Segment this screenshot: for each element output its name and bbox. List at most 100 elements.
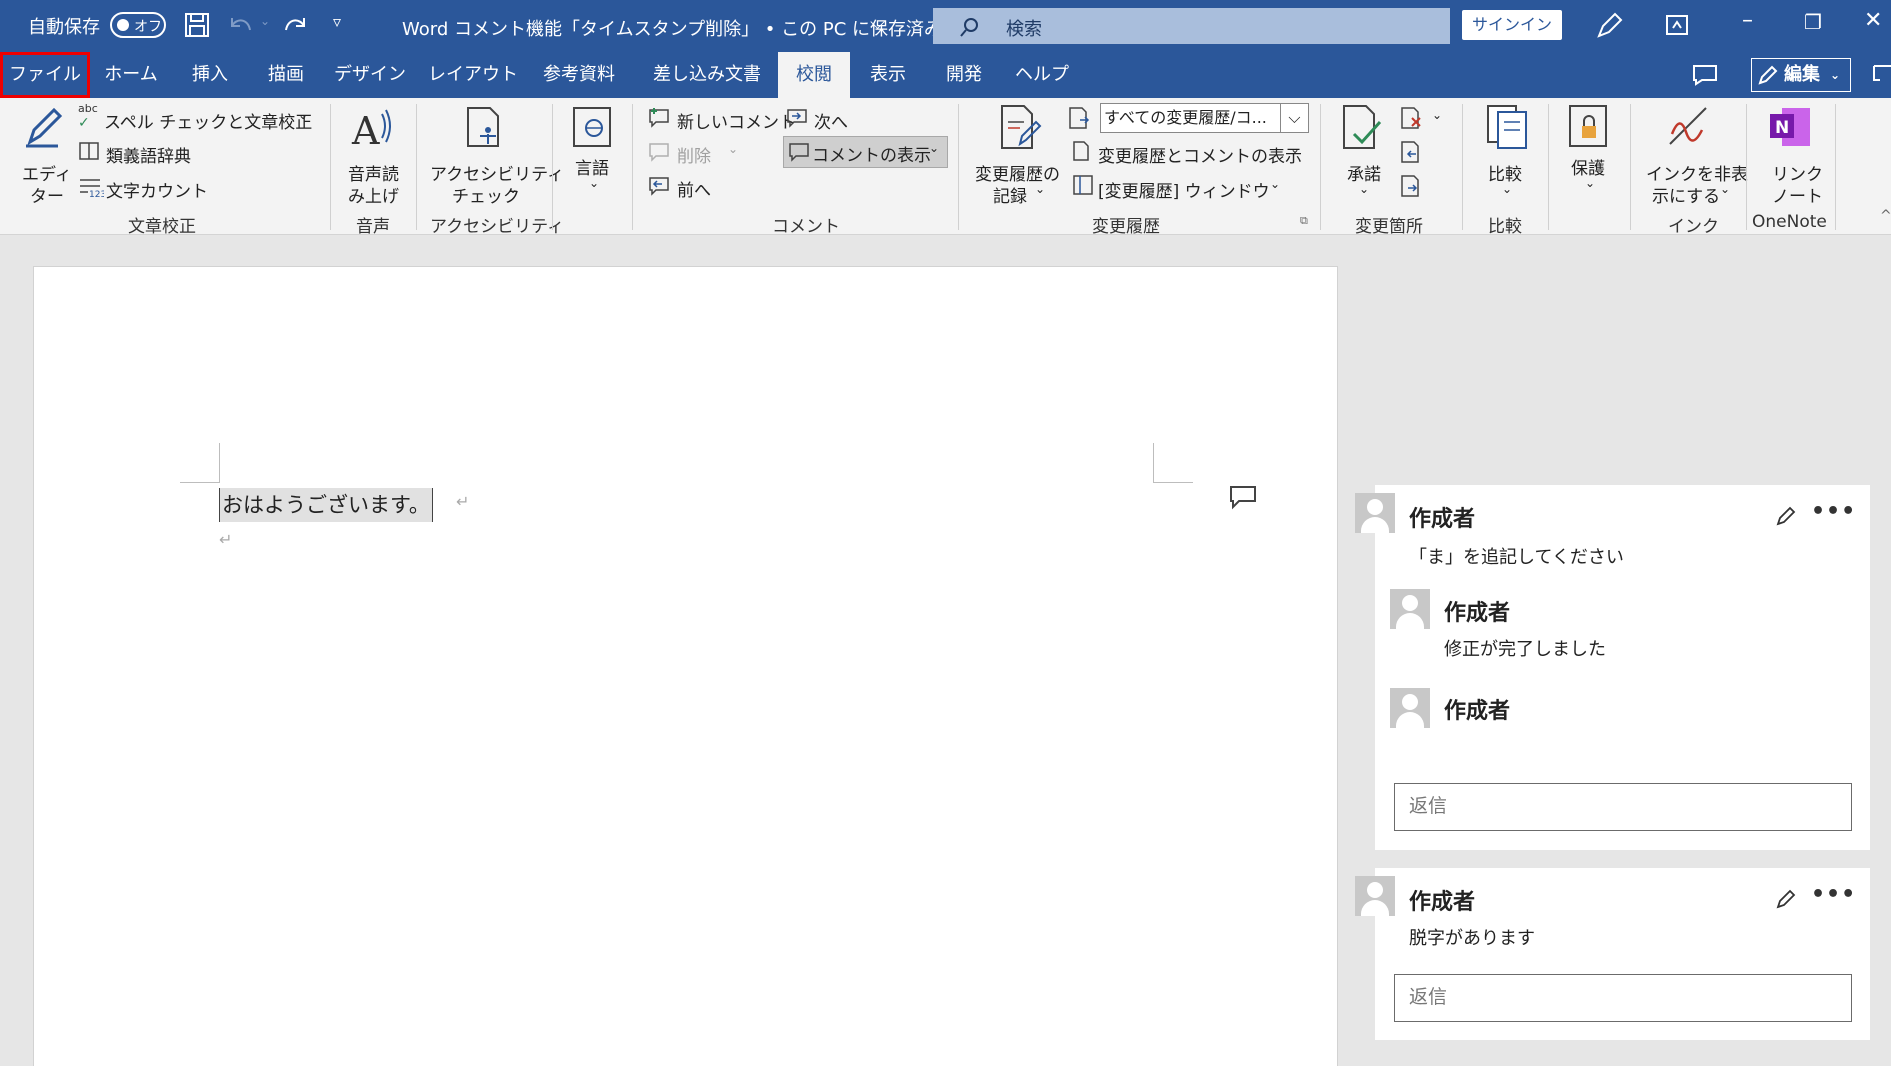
wordcount-button[interactable]: 文字カウント bbox=[106, 177, 208, 202]
delete-dropdown-icon[interactable]: ⌄ bbox=[728, 142, 738, 156]
thesaurus-icon bbox=[79, 142, 99, 160]
tab-mailings[interactable]: 差し込み文書 bbox=[644, 52, 770, 98]
editing-mode-button[interactable]: 編集 ⌄ bbox=[1751, 58, 1851, 92]
collapse-ribbon-icon[interactable]: ^ bbox=[1880, 208, 1891, 224]
title-dropdown-icon[interactable]: ⌵ bbox=[870, 10, 885, 34]
next-comment-button[interactable]: 次へ bbox=[814, 108, 848, 133]
more-options-icon[interactable]: ••• bbox=[1811, 499, 1856, 524]
reject-icon[interactable] bbox=[1400, 106, 1424, 130]
protect-icon[interactable] bbox=[1566, 104, 1610, 150]
reviewing-pane-button[interactable]: [変更履歴] ウィンドウ bbox=[1098, 177, 1270, 202]
spellcheck-dropdown-icon[interactable]: ⌄ bbox=[298, 108, 308, 122]
tab-draw[interactable]: 描画 bbox=[258, 52, 314, 98]
comment-card[interactable]: 作成者 ••• 脱字があります 返信 bbox=[1355, 868, 1870, 1040]
group-accessibility-label: アクセシビリティ bbox=[430, 217, 565, 237]
thesaurus-button[interactable]: 類義語辞典 bbox=[106, 142, 191, 167]
editor-icon[interactable] bbox=[20, 104, 64, 150]
accept-icon[interactable] bbox=[1340, 104, 1384, 150]
onenote-icon[interactable]: N bbox=[1768, 104, 1812, 150]
document-page[interactable] bbox=[33, 266, 1338, 1066]
delete-comment-button[interactable]: 削除 bbox=[677, 142, 711, 167]
track-changes-label-2[interactable]: 記録 bbox=[993, 182, 1027, 207]
show-comments-button[interactable]: コメントの表示 ⌄ bbox=[783, 136, 948, 168]
read-aloud-icon[interactable]: A bbox=[350, 104, 394, 150]
language-dropdown-icon[interactable]: ⌄ bbox=[589, 176, 599, 190]
comment-marker-icon[interactable] bbox=[1229, 485, 1257, 511]
group-separator bbox=[416, 104, 417, 230]
tab-help[interactable]: ヘルプ bbox=[1010, 52, 1074, 98]
close-icon[interactable]: ✕ bbox=[1864, 8, 1882, 33]
minimize-icon[interactable]: – bbox=[1742, 8, 1753, 33]
reject-dropdown-icon[interactable]: ⌄ bbox=[1432, 108, 1442, 122]
search-box[interactable]: 検索 bbox=[933, 8, 1450, 44]
tab-insert[interactable]: 挿入 bbox=[182, 52, 238, 98]
accept-dropdown-icon[interactable]: ⌄ bbox=[1359, 182, 1369, 196]
restore-icon[interactable]: ❐ bbox=[1804, 10, 1822, 34]
track-changes-dropdown-icon[interactable]: ⌄ bbox=[1035, 182, 1045, 196]
linked-notes-label-2[interactable]: ノート bbox=[1772, 182, 1823, 207]
tab-view[interactable]: 表示 bbox=[860, 52, 916, 98]
read-aloud-label-2[interactable]: み上げ bbox=[348, 182, 399, 207]
track-changes-icon[interactable] bbox=[998, 104, 1042, 150]
tab-layout[interactable]: レイアウト bbox=[428, 52, 518, 98]
tab-review[interactable]: 校閲 bbox=[778, 52, 850, 98]
previous-comment-icon bbox=[649, 177, 669, 196]
compare-icon[interactable] bbox=[1484, 104, 1528, 150]
avatar bbox=[1390, 688, 1430, 728]
hide-ink-dropdown-icon[interactable]: ⌄ bbox=[1720, 182, 1730, 196]
editor-label-2[interactable]: ター bbox=[30, 182, 64, 207]
tab-design[interactable]: デザイン bbox=[334, 52, 406, 98]
reply-author: 作成者 bbox=[1444, 601, 1511, 626]
dialog-launcher-icon[interactable]: ⧉ bbox=[1300, 214, 1308, 228]
save-icon[interactable] bbox=[184, 12, 210, 38]
signin-button[interactable]: サインイン bbox=[1462, 10, 1562, 40]
markup-level-dropdown[interactable]: すべての変更履歴/コ... ⌵ bbox=[1100, 103, 1309, 133]
group-onenote-label: OneNote bbox=[1752, 212, 1827, 232]
reviewing-pane-dropdown-icon[interactable]: ⌄ bbox=[1270, 177, 1280, 191]
svg-text:123: 123 bbox=[89, 190, 104, 198]
share-comment-icon[interactable] bbox=[1872, 64, 1891, 86]
ribbon-display-icon[interactable] bbox=[1665, 14, 1689, 36]
undo-dropdown-icon[interactable]: ⌄ bbox=[260, 14, 270, 28]
ribbon: エディ ター abc ✓ スペル チェックと文章校正 ⌄ 類義語辞典 123 文字… bbox=[0, 98, 1891, 237]
show-markup-button[interactable]: 変更履歴とコメントの表示 bbox=[1098, 142, 1302, 167]
reply-input[interactable]: 返信 bbox=[1394, 974, 1852, 1022]
group-proofing-label: 文章校正 bbox=[128, 217, 196, 237]
comments-pane-icon[interactable] bbox=[1692, 64, 1718, 86]
pen-icon[interactable] bbox=[1595, 12, 1623, 40]
reply-input[interactable]: 返信 bbox=[1394, 783, 1852, 831]
customize-qat-icon[interactable]: ▿ bbox=[333, 12, 341, 31]
hide-ink-icon[interactable] bbox=[1666, 104, 1710, 150]
new-comment-button[interactable]: 新しいコメント bbox=[677, 108, 796, 133]
show-markup-dropdown-icon[interactable]: ⌄ bbox=[1290, 142, 1300, 156]
accessibility-check-icon[interactable] bbox=[462, 104, 506, 150]
comment-author: 作成者 bbox=[1409, 507, 1476, 532]
edit-comment-icon[interactable] bbox=[1775, 505, 1797, 527]
edit-comment-icon[interactable] bbox=[1775, 888, 1797, 910]
group-ink-label: インク bbox=[1668, 217, 1719, 237]
chevron-down-icon: ⌄ bbox=[1830, 68, 1841, 82]
tab-developer[interactable]: 開発 bbox=[936, 52, 992, 98]
compare-dropdown-icon[interactable]: ⌄ bbox=[1502, 182, 1512, 196]
group-speech-label: 音声 bbox=[356, 217, 390, 237]
document-body-text[interactable]: おはようございます。 bbox=[219, 488, 433, 522]
tab-file[interactable]: ファイル bbox=[0, 52, 90, 98]
spellcheck-button[interactable]: スペル チェックと文章校正 bbox=[104, 108, 312, 133]
tab-home[interactable]: ホーム bbox=[98, 52, 164, 98]
hide-ink-label-2[interactable]: 示にする bbox=[1652, 182, 1720, 207]
comment-card[interactable]: 作成者 ••• 「ま」を追記してください 作成者 修正が完了しました 作成者 返… bbox=[1355, 485, 1870, 850]
previous-change-icon[interactable] bbox=[1400, 140, 1424, 164]
tab-references[interactable]: 参考資料 bbox=[536, 52, 622, 98]
group-separator bbox=[1746, 104, 1747, 230]
comment-text: 「ま」を追記してください bbox=[1409, 547, 1624, 568]
protect-dropdown-icon[interactable]: ⌄ bbox=[1585, 176, 1595, 190]
accessibility-dropdown-icon[interactable]: ⌄ bbox=[508, 182, 518, 196]
previous-comment-button[interactable]: 前へ bbox=[677, 176, 711, 201]
next-change-icon[interactable] bbox=[1400, 174, 1424, 198]
undo-icon[interactable] bbox=[226, 12, 254, 38]
more-options-icon[interactable]: ••• bbox=[1811, 882, 1856, 907]
autosave-toggle[interactable]: オフ bbox=[110, 12, 166, 38]
group-separator bbox=[552, 104, 553, 230]
language-icon[interactable] bbox=[570, 104, 614, 150]
redo-icon[interactable] bbox=[282, 12, 310, 38]
